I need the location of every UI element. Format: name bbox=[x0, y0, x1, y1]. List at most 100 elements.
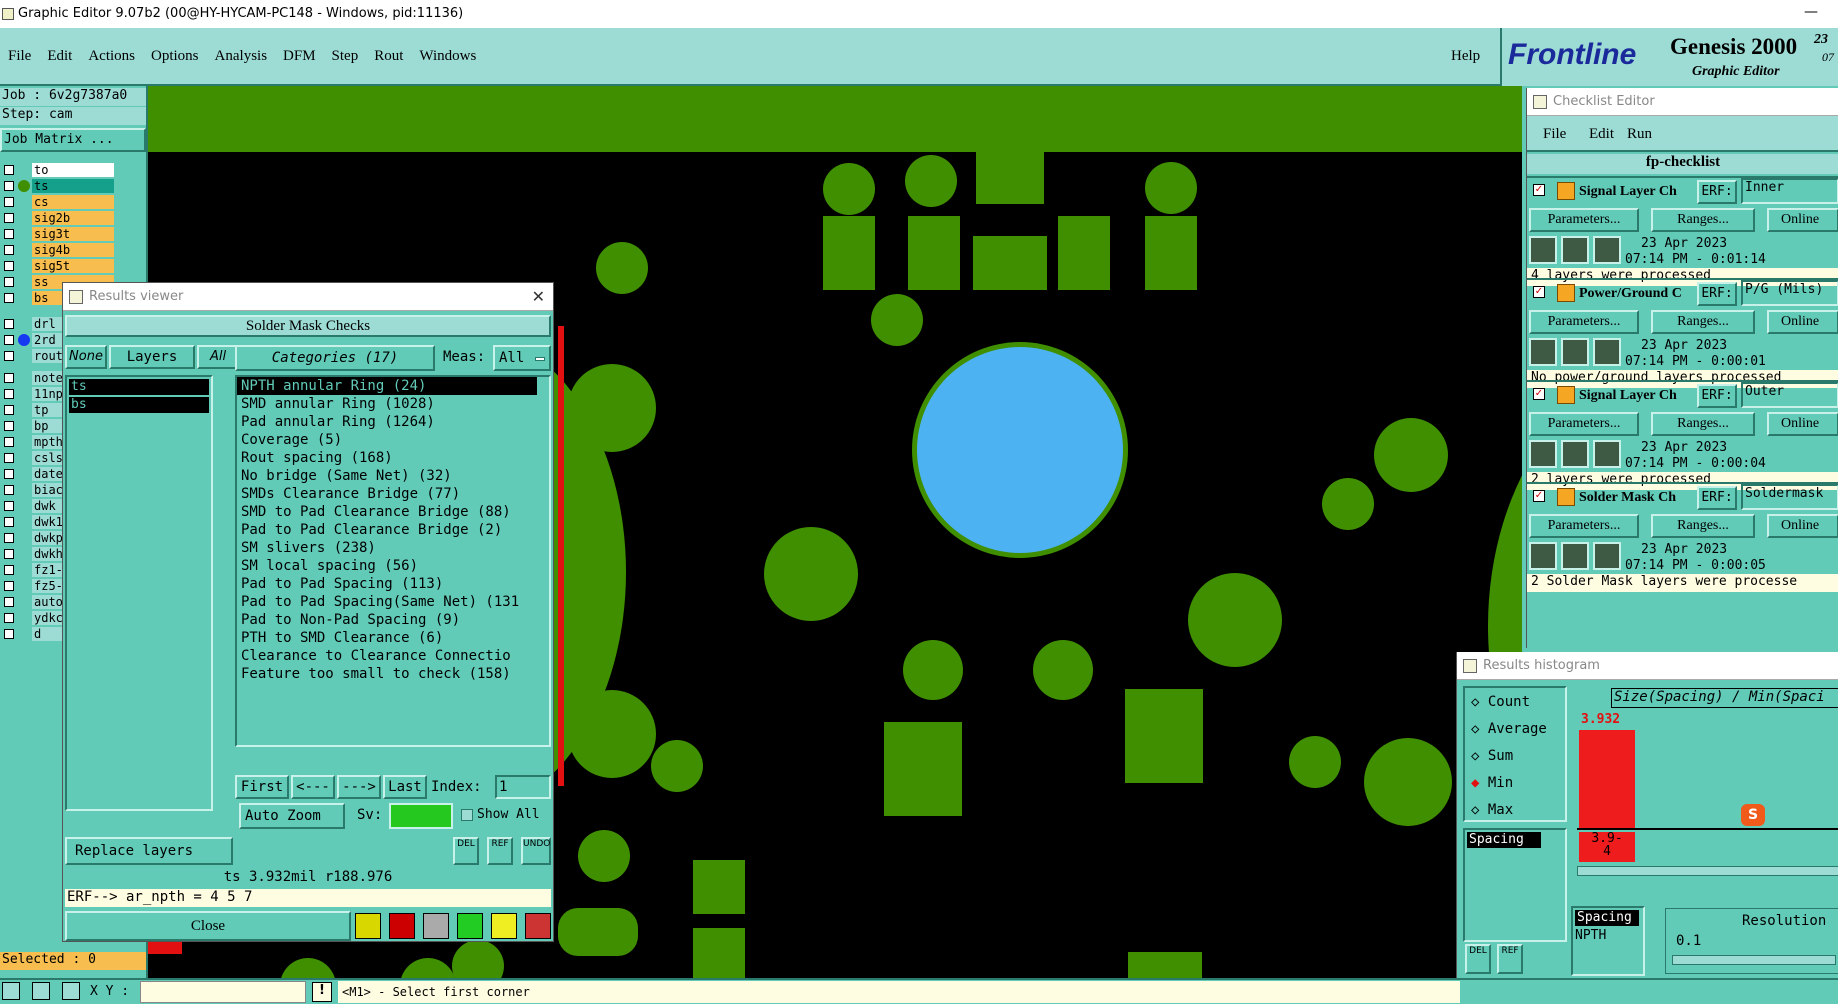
layer-checkbox[interactable] bbox=[4, 613, 14, 623]
number-icon[interactable] bbox=[457, 913, 483, 939]
sv-color-dropdown[interactable] bbox=[389, 803, 453, 829]
hist-del-button[interactable]: DEL bbox=[1465, 944, 1491, 974]
ref-button[interactable]: REF bbox=[487, 837, 513, 865]
auto-zoom-dropdown[interactable]: Auto Zoom bbox=[239, 803, 345, 829]
layer-checkbox[interactable] bbox=[4, 629, 14, 639]
erase-icon[interactable] bbox=[423, 913, 449, 939]
category-item[interactable]: Rout spacing (168) bbox=[237, 449, 537, 467]
layer-checkbox[interactable] bbox=[4, 485, 14, 495]
category-item[interactable]: Coverage (5) bbox=[237, 431, 537, 449]
check-icon[interactable]: ✓ bbox=[1533, 490, 1545, 502]
layer-checkbox[interactable] bbox=[4, 373, 14, 383]
layer-checkbox[interactable] bbox=[4, 277, 14, 287]
layer-checkbox[interactable] bbox=[4, 319, 14, 329]
close-icon[interactable]: ✕ bbox=[532, 283, 545, 311]
check-icon[interactable]: ✓ bbox=[1533, 388, 1545, 400]
category-item[interactable]: SM local spacing (56) bbox=[237, 557, 537, 575]
layer-result-bs[interactable]: bs bbox=[69, 397, 209, 413]
erf-button[interactable]: ERF: bbox=[1697, 282, 1737, 306]
category-item[interactable]: Feature too small to check (158) bbox=[237, 665, 537, 683]
replace-layers-dropdown[interactable]: Replace layers bbox=[65, 837, 233, 865]
erf-button[interactable]: ERF: bbox=[1697, 180, 1737, 204]
erf-value[interactable]: Soldermask bbox=[1741, 484, 1838, 510]
hist-ref-button[interactable]: REF bbox=[1497, 944, 1523, 974]
menu-step[interactable]: Step bbox=[332, 48, 359, 65]
layer-checkbox[interactable] bbox=[4, 421, 14, 431]
last-button[interactable]: Last bbox=[383, 775, 427, 799]
layer-checkbox[interactable] bbox=[4, 261, 14, 271]
run-icon[interactable] bbox=[1529, 338, 1557, 366]
layer-checkbox[interactable] bbox=[4, 597, 14, 607]
undo-button[interactable]: UNDO bbox=[521, 837, 551, 865]
layer-checkbox[interactable] bbox=[4, 197, 14, 207]
menu-rout[interactable]: Rout bbox=[374, 48, 403, 65]
check-icon[interactable]: ✓ bbox=[1533, 184, 1545, 196]
histogram-scrollbar[interactable] bbox=[1577, 866, 1838, 876]
online-button[interactable]: Online bbox=[1767, 310, 1838, 334]
menu-actions[interactable]: Actions bbox=[88, 48, 135, 65]
layer-result-ts[interactable]: ts bbox=[69, 379, 209, 395]
category-item[interactable]: Pad to Pad Spacing(Same Net) (131 bbox=[237, 593, 537, 611]
layer-checkbox[interactable] bbox=[4, 565, 14, 575]
sogou-icon[interactable]: S bbox=[1741, 804, 1765, 826]
prev-button[interactable]: <--- bbox=[291, 775, 335, 799]
category-item[interactable]: Pad annular Ring (1264) bbox=[237, 413, 537, 431]
layer-checkbox[interactable] bbox=[4, 437, 14, 447]
online-button[interactable]: Online bbox=[1767, 208, 1838, 232]
menu-windows[interactable]: Windows bbox=[419, 48, 476, 65]
layer-checkbox[interactable] bbox=[4, 549, 14, 559]
erf-button[interactable]: ERF: bbox=[1697, 486, 1737, 510]
run-step-icon[interactable] bbox=[1593, 338, 1621, 366]
parameters-button[interactable]: Parameters... bbox=[1529, 310, 1639, 334]
run-step-icon[interactable] bbox=[1593, 542, 1621, 570]
layer-checkbox[interactable] bbox=[4, 165, 14, 175]
menu-dfm[interactable]: DFM bbox=[283, 48, 316, 65]
all-button[interactable]: All bbox=[197, 345, 239, 369]
exit-icon[interactable] bbox=[389, 913, 415, 939]
minimize-button[interactable]: — bbox=[1804, 4, 1818, 20]
layer-checkbox[interactable] bbox=[4, 517, 14, 527]
category-item[interactable]: NPTH annular Ring (24) bbox=[237, 377, 537, 395]
layer-name[interactable]: cs bbox=[32, 195, 114, 209]
erf-value[interactable]: P/G (Mils) bbox=[1741, 280, 1838, 306]
layers-button[interactable]: Layers bbox=[109, 345, 195, 369]
next-button[interactable]: ---> bbox=[337, 775, 381, 799]
run-icon[interactable] bbox=[1529, 440, 1557, 468]
histogram-icon[interactable] bbox=[525, 913, 551, 939]
layer-checkbox[interactable] bbox=[4, 245, 14, 255]
layer-checkbox[interactable] bbox=[4, 581, 14, 591]
category-item[interactable]: Pad to Pad Clearance Bridge (2) bbox=[237, 521, 537, 539]
report-icon[interactable] bbox=[491, 913, 517, 939]
category-item[interactable]: SMD to Pad Clearance Bridge (88) bbox=[237, 503, 537, 521]
histogram-attr-list[interactable]: Spacing bbox=[1463, 828, 1567, 942]
menu-file[interactable]: File bbox=[8, 48, 31, 65]
categories-button[interactable]: Categories (17) bbox=[235, 345, 435, 371]
categories-list[interactable]: NPTH annular Ring (24) SMD annular Ring (… bbox=[235, 375, 551, 747]
run-all-icon[interactable] bbox=[1561, 440, 1589, 468]
job-matrix-button[interactable]: Job Matrix ... bbox=[0, 128, 146, 152]
zoom-icon[interactable] bbox=[2, 982, 20, 1000]
category-item[interactable]: PTH to SMD Clearance (6) bbox=[237, 629, 537, 647]
layer-checkbox[interactable] bbox=[4, 389, 14, 399]
menu-analysis[interactable]: Analysis bbox=[215, 48, 268, 65]
layer-name[interactable]: ts bbox=[32, 179, 114, 193]
layer-name[interactable]: sig5t bbox=[32, 259, 114, 273]
layer-checkbox[interactable] bbox=[4, 469, 14, 479]
checklist-menu-edit[interactable]: Edit bbox=[1589, 126, 1614, 143]
layer-checkbox[interactable] bbox=[4, 293, 14, 303]
checklist-menu-file[interactable]: File bbox=[1543, 126, 1566, 143]
layer-row[interactable]: cs bbox=[0, 194, 146, 210]
category-item[interactable]: Clearance to Clearance Connectio bbox=[237, 647, 537, 665]
ranges-button[interactable]: Ranges... bbox=[1651, 208, 1755, 232]
layer-row[interactable]: sig3t bbox=[0, 226, 146, 242]
online-button[interactable]: Online bbox=[1767, 412, 1838, 436]
layer-checkbox[interactable] bbox=[4, 335, 14, 345]
layer-checkbox[interactable] bbox=[4, 501, 14, 511]
layer-checkbox[interactable] bbox=[4, 213, 14, 223]
del-button[interactable]: DEL bbox=[453, 837, 479, 865]
run-all-icon[interactable] bbox=[1561, 236, 1589, 264]
close-button[interactable]: Close bbox=[65, 911, 351, 941]
ranges-button[interactable]: Ranges... bbox=[1651, 514, 1755, 538]
grid-icon[interactable] bbox=[62, 982, 80, 1000]
xy-input[interactable] bbox=[140, 981, 306, 1003]
